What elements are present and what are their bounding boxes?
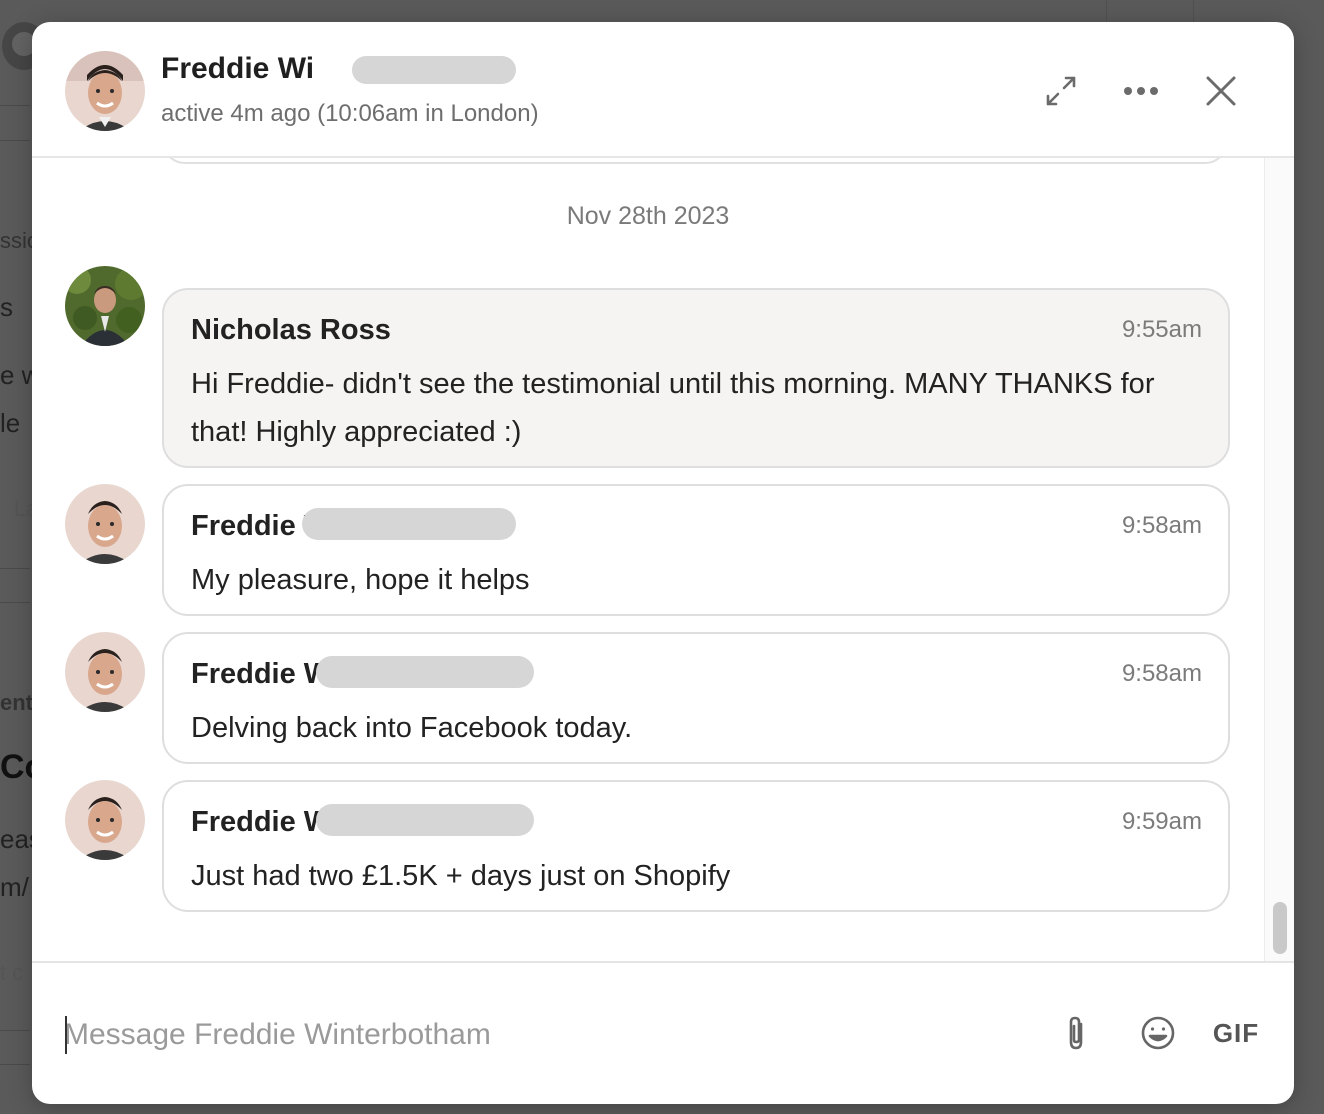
close-button[interactable] (1198, 68, 1244, 114)
redaction-bar (316, 804, 534, 836)
message-list[interactable]: Nov 28th 2023 Nicholas Ross 9:55am Hi Fr… (32, 158, 1294, 961)
redaction-bar (352, 56, 516, 84)
message-time: 9:59am (1121, 808, 1202, 835)
message-input[interactable] (64, 1013, 1024, 1057)
message-sender[interactable]: Nicholas Ross (191, 314, 391, 347)
emoji-button[interactable] (1136, 1011, 1180, 1055)
message-time: 9:58am (1121, 660, 1202, 687)
chat-header: Freddie Wi active 4m ago (10:06am in Lon… (32, 22, 1294, 158)
background-text: s (0, 292, 13, 322)
message-sender[interactable]: Freddie W (191, 806, 331, 839)
date-separator: Nov 28th 2023 (566, 202, 730, 230)
message-bubble[interactable]: Freddie W 9:58am Delving back into Faceb… (162, 632, 1230, 764)
scrollbar-thumb[interactable] (1273, 902, 1287, 954)
attach-button[interactable] (1056, 1011, 1096, 1055)
message-composer: GIF (32, 961, 1294, 1104)
gif-button[interactable]: GIF (1208, 1011, 1264, 1055)
expand-button[interactable] (1038, 68, 1084, 114)
background-divider (0, 602, 30, 603)
previous-message-edge (162, 158, 1228, 164)
gif-label: GIF (1212, 1017, 1260, 1048)
sender-avatar[interactable] (65, 484, 145, 564)
sender-avatar[interactable] (65, 632, 145, 712)
close-icon (1206, 76, 1236, 106)
redaction-bar (302, 508, 516, 540)
redaction-bar (316, 656, 534, 688)
message-text: Delving back into Facebook today. (191, 712, 633, 744)
message-bubble[interactable]: Freddie W 9:58am My pleasure, hope it he… (162, 484, 1230, 616)
background-text: ent (0, 690, 33, 715)
scrollbar[interactable] (1264, 158, 1294, 961)
background-divider (0, 105, 30, 106)
background-divider (0, 140, 30, 141)
contact-name[interactable]: Freddie Wi (161, 52, 314, 86)
message-time: 9:55am (1121, 316, 1202, 343)
text-caret (65, 1016, 67, 1054)
message-text: My pleasure, hope it helps (191, 564, 530, 596)
contact-avatar[interactable] (65, 51, 145, 131)
background-text: le (0, 408, 21, 438)
message-time: 9:58am (1121, 512, 1202, 539)
message-sender[interactable]: Freddie W (191, 658, 331, 691)
message-text: Just had two £1.5K + days just on Shopif… (191, 860, 731, 892)
message-bubble[interactable]: Nicholas Ross 9:55am Hi Freddie- didn't … (162, 288, 1230, 468)
contact-status: active 4m ago (10:06am in London) (161, 100, 539, 127)
sender-avatar[interactable] (65, 780, 145, 860)
background-text: t c (0, 960, 24, 985)
background-text: m/ (0, 872, 29, 902)
paperclip-icon (1069, 1016, 1083, 1050)
background-divider (0, 1030, 30, 1031)
message-text: Hi Freddie- didn't see the testimonial u… (191, 368, 1155, 448)
background-divider (0, 568, 30, 569)
more-options-button[interactable] (1118, 68, 1164, 114)
more-horizontal-icon (1124, 87, 1158, 95)
background-divider (0, 1064, 30, 1065)
message-bubble[interactable]: Freddie W 9:59am Just had two £1.5K + da… (162, 780, 1230, 912)
emoji-icon (1141, 1016, 1175, 1050)
chat-window: Freddie Wi active 4m ago (10:06am in Lon… (32, 22, 1294, 1104)
sender-avatar[interactable] (65, 266, 145, 346)
expand-arrows-icon (1046, 76, 1076, 106)
